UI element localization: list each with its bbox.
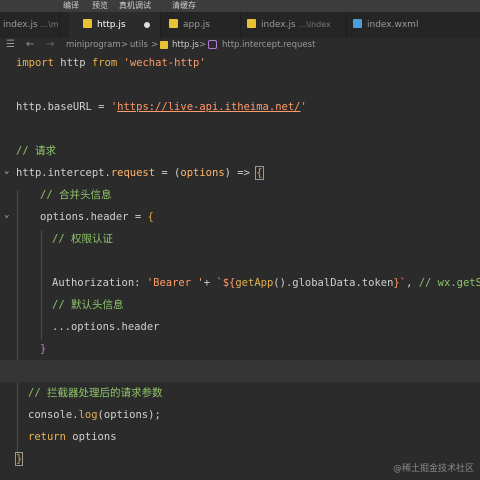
code-token: options.header = <box>40 211 148 223</box>
code-token: from <box>91 57 118 69</box>
current-line-highlight <box>0 360 480 382</box>
unsaved-dot-icon[interactable] <box>144 22 150 28</box>
code-token: getApp <box>235 277 274 289</box>
code-token: console. <box>28 409 79 421</box>
code-comment: // 拦截器处理后的请求参数 <box>28 387 163 399</box>
breadcrumb-separator: > <box>151 40 159 50</box>
code-token: ' <box>300 101 307 113</box>
menu-compile[interactable]: 编译 <box>63 0 79 12</box>
code-token: } <box>40 343 47 355</box>
tab-label: index.js <box>261 20 296 30</box>
code-token: ...options.header <box>52 321 160 333</box>
menu-device-debug[interactable]: 真机调试 <box>119 0 151 12</box>
code-comment: // 合并头信息 <box>40 189 112 201</box>
code-token: options <box>180 167 225 179</box>
code-line: ...options.header <box>0 316 480 338</box>
code-token: , <box>406 277 419 289</box>
code-line: // 拦截器处理后的请求参数 <box>0 382 480 404</box>
code-token: ().globalData.token <box>273 277 394 289</box>
code-token: (options); <box>97 409 161 421</box>
code-token: 'Bearer ' <box>146 277 204 289</box>
js-file-icon <box>160 41 168 49</box>
breadcrumb: ☰ ← → miniprogram > utils > http.js > ht… <box>0 38 480 52</box>
code-token: { <box>147 211 154 223</box>
breadcrumb-separator: > <box>121 40 129 50</box>
code-token: http.baseURL = <box>16 101 111 113</box>
code-line: console.log(options); <box>0 404 480 426</box>
code-line: http.baseURL = 'https://live-api.itheima… <box>0 96 480 118</box>
code-token: }` <box>393 277 407 289</box>
forward-arrow-icon[interactable]: → <box>46 38 54 52</box>
code-token: { <box>255 166 264 180</box>
code-token: import <box>16 57 54 69</box>
breadcrumb-item-symbol[interactable]: http.intercept.request <box>222 38 315 52</box>
code-comment: // 默认头信息 <box>52 299 124 311</box>
tab-label: index.wxml <box>367 20 419 30</box>
editor-tab-bar: index.js ...\my http.js app.js index.js … <box>0 12 480 39</box>
code-token: return <box>28 431 66 443</box>
code-token: request <box>110 167 156 179</box>
breadcrumb-item-miniprogram[interactable]: miniprogram <box>66 38 121 52</box>
code-comment: // 权限认证 <box>52 233 113 245</box>
tab-path-hint: ...\my <box>40 20 59 29</box>
code-comment: // 请求 <box>16 145 56 157</box>
code-line: import http from 'wechat-http' <box>0 52 480 74</box>
js-file-icon <box>169 19 178 28</box>
symbol-icon <box>208 40 217 49</box>
tab-index-js-index[interactable]: index.js ...\index <box>241 12 347 38</box>
code-token: 'wechat-http' <box>123 57 206 69</box>
code-line: } <box>0 338 480 360</box>
breadcrumb-separator: > <box>199 40 207 50</box>
code-line: // 合并头信息 <box>0 184 480 206</box>
code-token: http.intercept. <box>16 167 111 179</box>
menu-preview[interactable]: 预览 <box>92 0 108 12</box>
tab-index-js-my[interactable]: index.js ...\my <box>0 12 60 38</box>
code-link[interactable]: https://live-api.itheima.net/ <box>117 101 300 113</box>
code-token: log <box>78 409 98 421</box>
code-token: options <box>65 431 117 443</box>
code-line: // 权限认证 <box>0 228 480 250</box>
code-token: Authorization: <box>52 277 147 289</box>
code-token: http <box>60 57 86 69</box>
code-token: `${ <box>216 277 236 289</box>
code-editor[interactable]: import http from 'wechat-http' http.base… <box>0 52 480 480</box>
wxml-file-icon <box>353 19 362 28</box>
code-token: } <box>14 452 24 466</box>
code-line: // 默认头信息 <box>0 294 480 316</box>
tab-app-js[interactable]: app.js <box>161 12 241 38</box>
tab-path-hint: ...\index <box>298 20 331 29</box>
breadcrumb-item-file[interactable]: http.js <box>172 38 199 52</box>
code-comment: // wx.getStor <box>418 277 480 289</box>
code-line: Authorization: 'Bearer '+ `${getApp().gl… <box>0 272 480 294</box>
code-line: options.header = { <box>0 206 480 228</box>
menu-bar: 编译 预览 真机调试 清缓存 <box>0 0 480 12</box>
menu-list-icon[interactable]: ☰ <box>6 38 15 52</box>
tab-label: app.js <box>183 20 210 30</box>
code-line: http.intercept.request = (options) => { <box>0 162 480 184</box>
code-token: ) => <box>224 167 257 179</box>
back-arrow-icon[interactable]: ← <box>26 38 34 52</box>
js-file-icon <box>83 19 92 28</box>
tab-http-js[interactable]: http.js <box>69 12 161 38</box>
tab-label: index.js <box>3 20 38 30</box>
menu-clear-cache[interactable]: 清缓存 <box>172 0 196 12</box>
tab-label: http.js <box>97 20 126 30</box>
code-line: // 请求 <box>0 140 480 162</box>
code-token: + <box>203 277 217 289</box>
watermark: @稀土掘金技术社区 <box>392 464 474 474</box>
code-line: return options <box>0 426 480 448</box>
js-file-icon <box>247 19 256 28</box>
breadcrumb-item-utils[interactable]: utils <box>130 38 148 52</box>
code-token: = ( <box>155 167 181 179</box>
tab-index-wxml[interactable]: index.wxml <box>347 12 480 38</box>
